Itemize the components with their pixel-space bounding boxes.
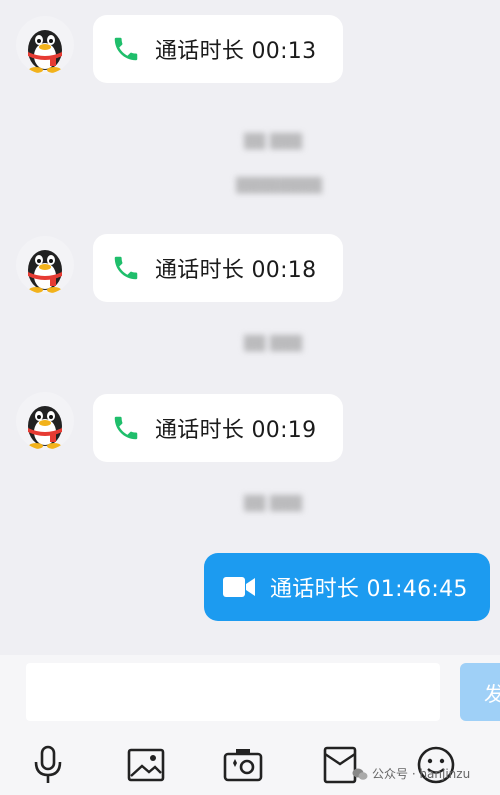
video-call-icon (223, 577, 255, 597)
watermark-text: 公众号 · hanjinzu (372, 767, 471, 781)
voice-button[interactable] (26, 743, 70, 787)
send-button[interactable]: 发 (460, 663, 500, 721)
phone-icon (114, 37, 138, 61)
microphone-icon (34, 745, 62, 783)
call-duration-text: 通话时长 00:18 (155, 258, 317, 283)
watermark: 公众号 · hanjinzu (352, 765, 470, 782)
image-button[interactable] (124, 743, 168, 787)
camera-button[interactable] (221, 743, 265, 787)
send-button-label: 发 (484, 681, 500, 706)
call-duration-text: 通话时长 00:19 (155, 418, 317, 443)
camera-icon (223, 749, 263, 782)
message-input[interactable] (26, 663, 440, 721)
penguin-avatar-icon (28, 406, 62, 449)
phone-icon (114, 416, 138, 440)
call-duration-text: 通话时长 01:46:45 (270, 577, 468, 602)
blurred-timestamp: ▒▒ ▒▒▒ (244, 496, 303, 512)
contact-avatar[interactable] (16, 392, 74, 450)
call-duration-bubble[interactable]: 通话时长 00:18 (93, 234, 343, 302)
penguin-avatar-icon (28, 250, 62, 293)
blurred-notice: ▒▒▒▒▒▒▒▒ (236, 178, 323, 194)
video-call-duration-bubble[interactable]: 通话时长 01:46:45 (204, 553, 490, 621)
call-duration-text: 通话时长 00:13 (155, 39, 317, 64)
phone-icon (114, 256, 138, 280)
call-duration-bubble[interactable]: 通话时长 00:13 (93, 15, 343, 83)
blurred-timestamp: ▒▒ ▒▒▒ (244, 336, 303, 352)
call-duration-bubble[interactable]: 通话时长 00:19 (93, 394, 343, 462)
chat-message-list[interactable]: 通话时长 00:13 ▒▒ ▒▒▒ ▒▒▒▒▒▒▒▒ 通话时长 00:18 ▒▒… (0, 0, 500, 655)
image-icon (127, 748, 165, 782)
contact-avatar[interactable] (16, 236, 74, 294)
contact-avatar[interactable] (16, 16, 74, 74)
blurred-timestamp: ▒▒ ▒▒▒ (244, 134, 303, 150)
penguin-avatar-icon (28, 30, 62, 73)
wechat-logo-icon (352, 768, 368, 780)
